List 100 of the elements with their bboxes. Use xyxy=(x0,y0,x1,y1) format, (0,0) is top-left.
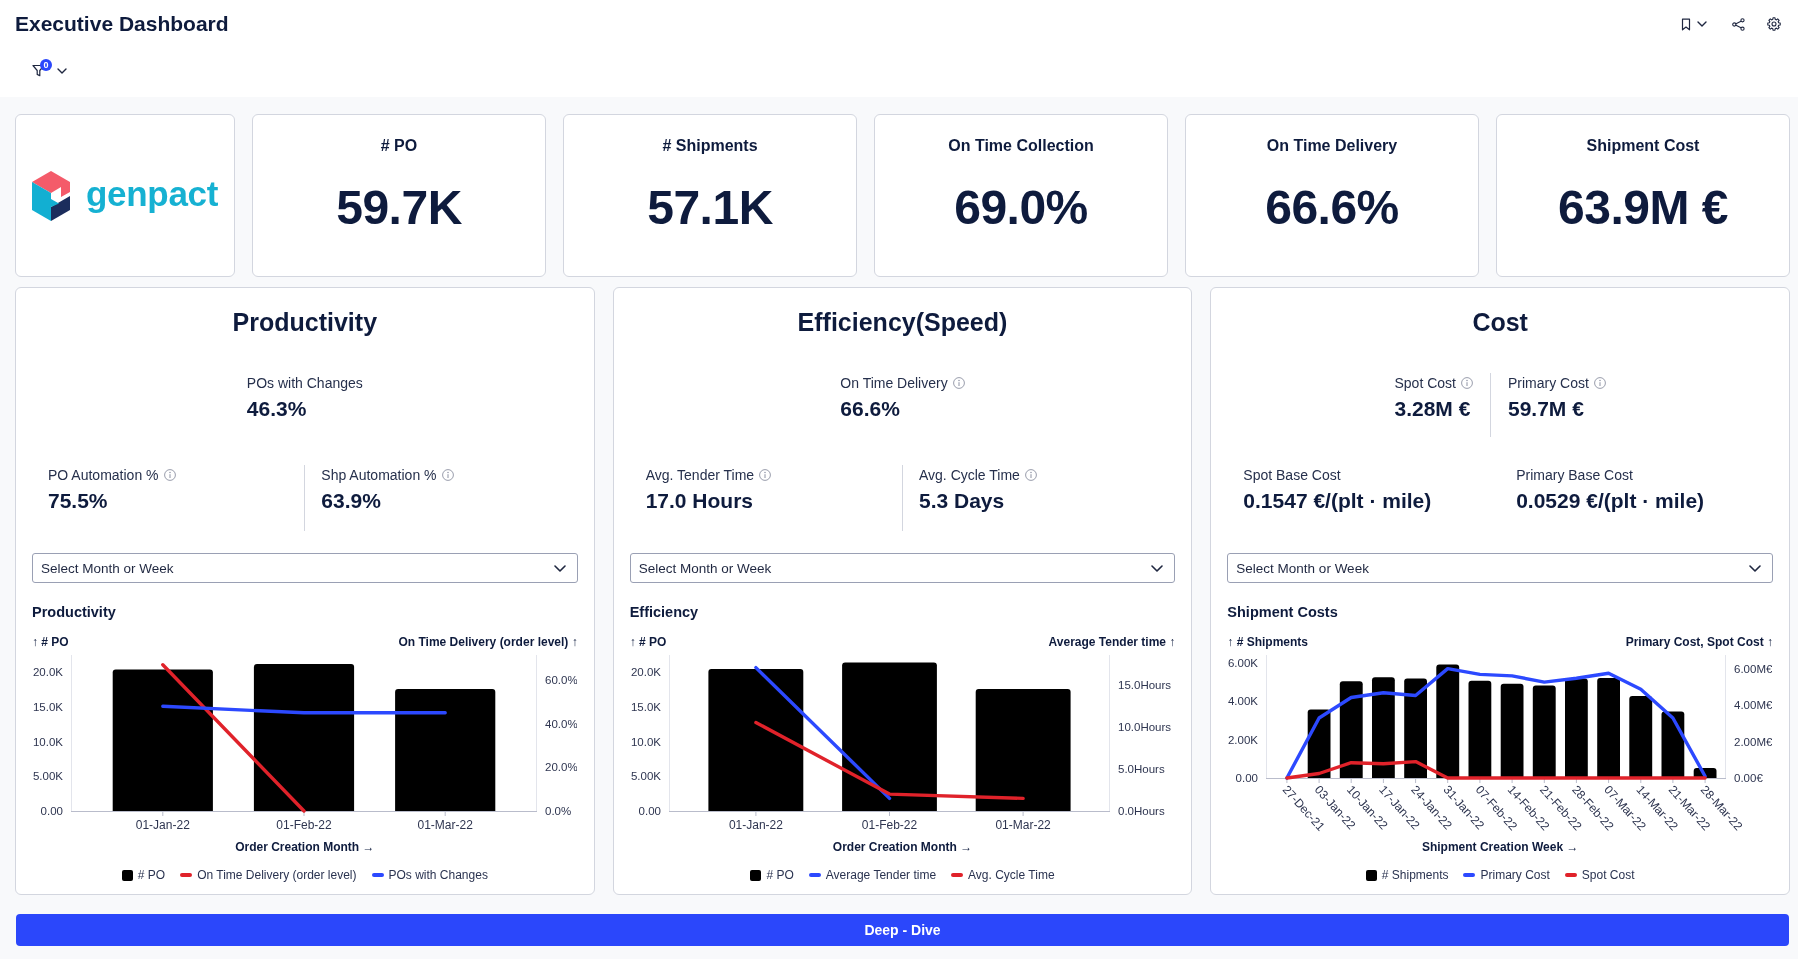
kpi-value: 57.1K xyxy=(647,180,773,236)
axis-tick-label: 5.0Hours xyxy=(1117,762,1165,775)
legend-label: # Shipments xyxy=(1381,867,1449,883)
axis-tick-label: 15.0K xyxy=(630,701,661,713)
logo-wordmark: genpact xyxy=(86,172,219,215)
period-dropdown[interactable]: Select Month or Week xyxy=(1227,553,1773,583)
axis-tick-label: 2.00M€ xyxy=(1734,735,1773,748)
kpi-value: 69.0% xyxy=(954,180,1088,236)
axis-tick-label: 20.0K xyxy=(32,666,63,679)
kpi-label: Shipment Cost xyxy=(1586,136,1700,156)
share-icon[interactable] xyxy=(1732,17,1745,31)
metric-label: Avg. Cycle Time xyxy=(919,466,1020,484)
deep-dive-button[interactable]: Deep - Dive xyxy=(16,914,1789,946)
period-dropdown[interactable]: Select Month or Week xyxy=(32,553,578,583)
panel-title: Efficiency(Speed) xyxy=(797,307,1008,337)
axis-tick-label: 60.0% xyxy=(545,674,577,687)
axis-tick-label: 0.0% xyxy=(545,805,572,817)
legend-label: Average Tender time xyxy=(825,867,937,883)
info-icon[interactable] xyxy=(952,377,965,389)
dashboard-title: Executive Dashboard xyxy=(15,11,229,37)
axis-title: Shipment Creation Week → xyxy=(1421,839,1579,855)
info-icon[interactable] xyxy=(441,469,454,481)
metric-value: 17.0 Hours xyxy=(645,488,755,514)
chevron-down-icon[interactable] xyxy=(57,67,67,74)
kpi-value: 63.9M € xyxy=(1558,180,1728,236)
metric-label: Primary Cost xyxy=(1507,374,1589,392)
axis-title: ↑ # PO xyxy=(32,634,69,650)
legend-label: POs with Changes xyxy=(388,867,488,883)
metric-label: On Time Delivery xyxy=(840,374,948,392)
legend-label: # PO xyxy=(766,867,794,883)
axis-tick-label: 10.0Hours xyxy=(1117,720,1171,733)
legend-label: # PO xyxy=(137,867,166,883)
info-icon[interactable] xyxy=(163,469,176,481)
axis-tick-label: 0.00 xyxy=(40,805,63,817)
info-icon[interactable] xyxy=(1460,377,1473,389)
panel-title: Productivity xyxy=(232,307,378,337)
info-icon[interactable] xyxy=(1024,469,1037,481)
kpi-label: On Time Delivery xyxy=(1266,136,1398,156)
panel-title: Cost xyxy=(1472,307,1528,337)
period-dropdown[interactable]: Select Month or Week xyxy=(629,553,1176,583)
metric-label: Primary Base Cost xyxy=(1516,466,1633,484)
kpi-label: # PO xyxy=(380,136,418,156)
axis-tick-label: 01-Mar-22 xyxy=(417,818,473,832)
axis-tick-label: 4.00K xyxy=(1228,695,1259,708)
metric-label: POs with Changes xyxy=(246,374,363,392)
axis-tick-label: 15.0Hours xyxy=(1117,678,1171,691)
axis-title: ↑ # Shipments xyxy=(1227,634,1308,650)
kpi-value: 59.7K xyxy=(336,180,462,236)
axis-tick-label: 01-Mar-22 xyxy=(995,818,1051,832)
logo-mark-icon xyxy=(32,170,70,221)
kpi-value: 66.6% xyxy=(1265,180,1399,236)
legend-label: Spot Cost xyxy=(1581,867,1635,883)
axis-tick-label: 20.0% xyxy=(545,761,577,774)
metric-value: 5.3 Days xyxy=(919,488,1006,514)
axis-tick-label: 01-Jan-22 xyxy=(135,818,190,832)
legend-label: Avg. Cycle Time xyxy=(968,867,1055,883)
axis-tick-label: 4.00M€ xyxy=(1734,699,1773,712)
axis-tick-label: 20.0K xyxy=(630,666,661,679)
axis-tick-label: 0.0Hours xyxy=(1117,805,1165,817)
chart-bar xyxy=(1694,768,1717,778)
axis-tick-label: 10.0K xyxy=(630,735,661,748)
metric-value: 66.6% xyxy=(840,396,901,422)
chart-title: Efficiency xyxy=(629,603,699,622)
axis-tick-label: 40.0% xyxy=(545,717,577,730)
axis-tick-label: 5.00K xyxy=(32,770,63,783)
info-icon[interactable] xyxy=(759,469,772,481)
axis-title: ↑ # PO xyxy=(629,634,667,650)
metric-value: 0.0529 €/(plt · mile) xyxy=(1516,488,1706,514)
axis-tick-label: 10.0K xyxy=(32,735,63,748)
metric-value: 59.7M € xyxy=(1507,396,1585,422)
axis-tick-label: 01-Jan-22 xyxy=(728,818,783,832)
metric-label: PO Automation % xyxy=(48,466,159,484)
axis-tick-label: 01-Feb-22 xyxy=(276,818,332,832)
chart-title: Shipment Costs xyxy=(1227,603,1338,622)
axis-tick-label: 6.00M€ xyxy=(1734,663,1773,675)
chevron-down-icon xyxy=(553,564,566,572)
axis-tick-label: 15.0K xyxy=(32,701,63,713)
metric-value: 46.3% xyxy=(246,396,308,422)
settings-icon[interactable] xyxy=(1767,17,1781,31)
bookmark-icon[interactable] xyxy=(1681,17,1691,31)
chevron-down-icon[interactable] xyxy=(1697,21,1707,27)
chart-title: Productivity xyxy=(32,603,116,622)
filter-count-badge: 0 xyxy=(40,59,52,71)
chevron-down-icon xyxy=(1749,564,1761,572)
kpi-label: On Time Collection xyxy=(948,136,1094,156)
chevron-down-icon xyxy=(1151,564,1164,572)
axis-tick-label: 5.00K xyxy=(630,770,661,783)
metric-label: Shp Automation % xyxy=(321,466,437,484)
metric-value: 3.28M € xyxy=(1394,396,1472,422)
axis-tick-label: 0.00 xyxy=(1235,772,1259,784)
metric-value: 75.5% xyxy=(48,488,109,514)
metric-label: Spot Base Cost xyxy=(1243,466,1341,484)
metric-label: Spot Cost xyxy=(1394,374,1456,392)
axis-title: Order Creation Month → xyxy=(235,839,375,855)
axis-tick-label: 0.00€ xyxy=(1734,772,1764,784)
metric-value: 63.9% xyxy=(321,488,382,514)
axis-title: Average Tender time ↑ xyxy=(1048,634,1176,650)
info-icon[interactable] xyxy=(1593,377,1606,389)
axis-title: On Time Delivery (order level) ↑ xyxy=(398,634,578,650)
axis-title: Order Creation Month → xyxy=(832,839,973,855)
